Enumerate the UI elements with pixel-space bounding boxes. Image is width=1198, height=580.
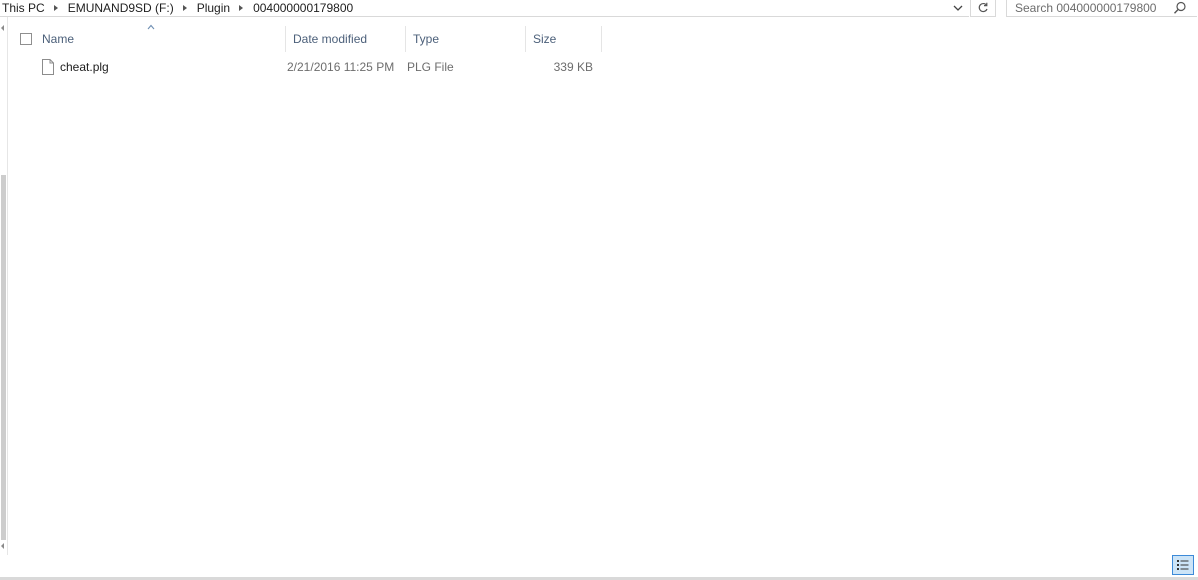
column-header-date-label: Date modified [293,32,368,46]
column-header-name-label: Name [42,32,75,46]
file-type: PLG File [407,60,454,74]
column-header-size-label: Size [533,32,557,46]
file-date-modified: 2/21/2016 11:25 PM [287,60,395,74]
breadcrumb-this-pc[interactable]: This PC [0,1,48,15]
file-name-cell[interactable]: cheat.plg [42,56,109,78]
navigation-bar: This PC EMUNAND9SD (F:) Plugin 004000000… [0,0,1198,18]
column-header-type-label: Type [413,32,440,46]
scrollbar-thumb[interactable] [1,175,6,540]
address-bar[interactable]: This PC EMUNAND9SD (F:) Plugin 004000000… [0,0,969,17]
breadcrumb-separator-icon[interactable] [53,5,58,11]
breadcrumb-plugin[interactable]: Plugin [194,1,233,15]
details-view-button[interactable] [1172,555,1194,575]
scroll-up-arrow-icon[interactable] [1,25,4,31]
file-explorer-window: This PC EMUNAND9SD (F:) Plugin 004000000… [0,0,1198,580]
breadcrumb-separator-icon[interactable] [239,5,244,11]
file-row[interactable]: cheat.plg 2/21/2016 11:25 PM PLG File 33… [8,56,602,78]
file-list-header: Name Date modified Type Size [8,24,602,52]
breadcrumb-drive[interactable]: EMUNAND9SD (F:) [65,1,177,15]
column-header-date-modified[interactable]: Date modified [286,26,406,52]
breadcrumb-separator-icon[interactable] [182,5,187,11]
search-input[interactable] [1007,1,1175,15]
search-box[interactable] [1006,0,1197,17]
refresh-button[interactable] [970,0,996,17]
refresh-icon [978,2,988,13]
file-name: cheat.plg [60,60,109,74]
details-view-icon [1177,560,1189,570]
sort-ascending-icon [147,24,155,30]
document-file-icon [42,59,54,75]
file-size: 339 KB [553,60,593,74]
column-header-size[interactable]: Size [526,26,602,52]
scroll-down-arrow-icon[interactable] [1,543,4,549]
address-dropdown-button[interactable] [948,0,968,16]
column-header-type[interactable]: Type [406,26,526,52]
column-header-name[interactable]: Name [8,24,286,52]
select-all-checkbox[interactable] [20,33,32,45]
search-icon[interactable] [1173,1,1187,15]
navigation-pane-scrollbar[interactable] [0,17,8,555]
breadcrumb-current-folder[interactable]: 004000000179800 [250,1,356,15]
chevron-down-icon [953,5,963,11]
